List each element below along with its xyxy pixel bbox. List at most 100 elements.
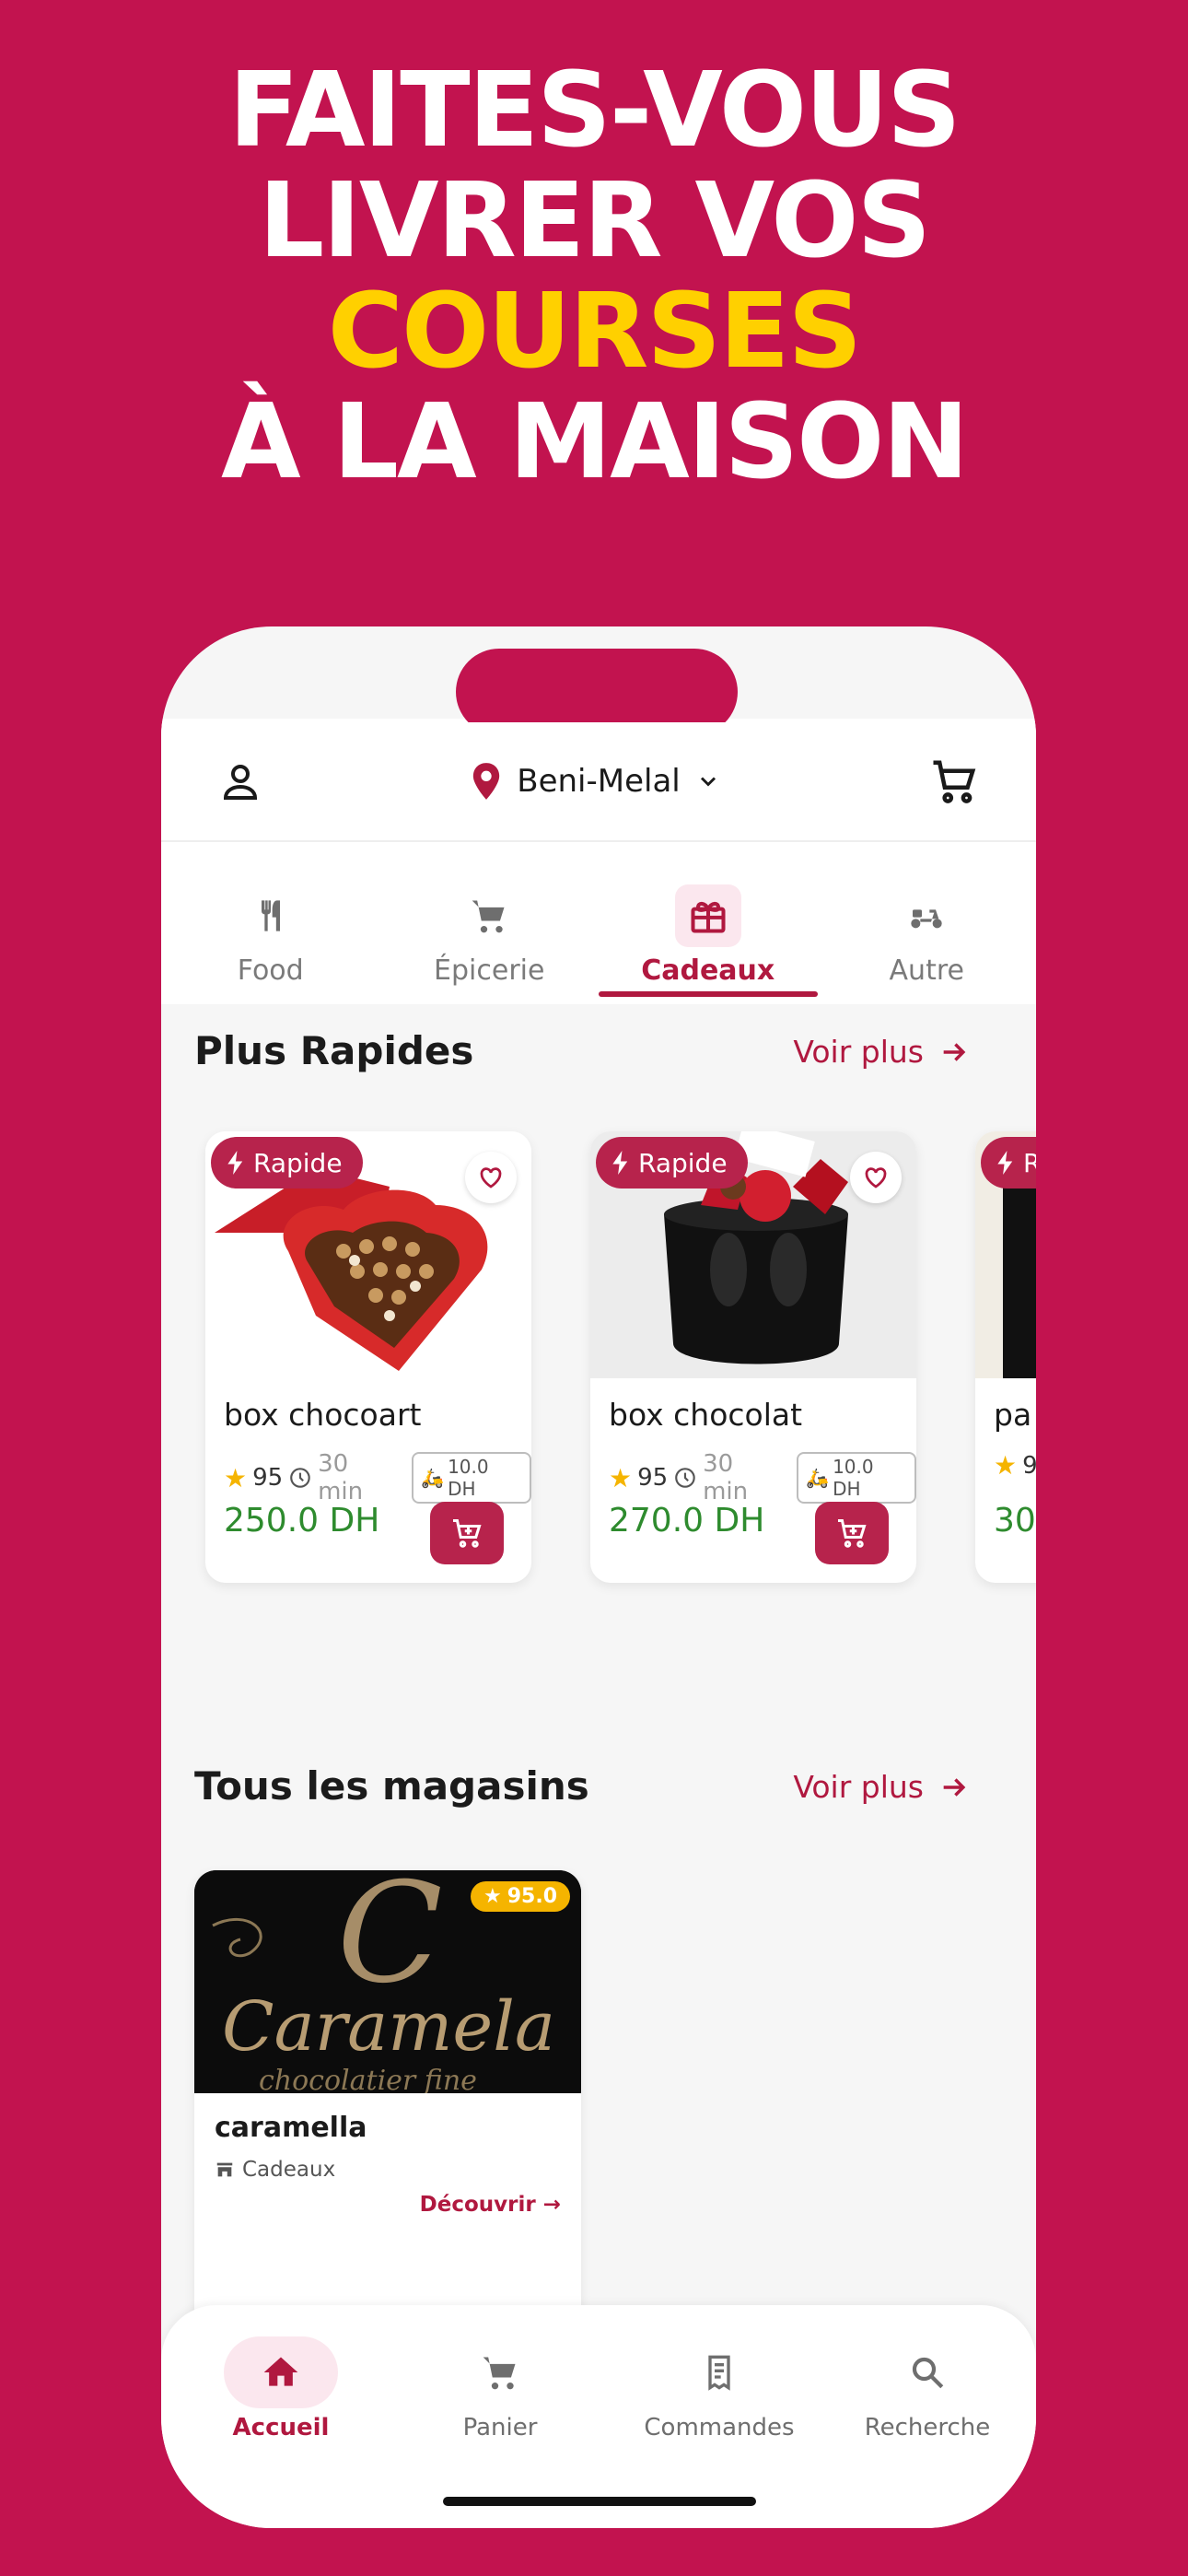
add-cart-icon [453, 1519, 482, 1548]
store-card[interactable]: C Caramela chocolatier fine ★ 95.0 caram… [194, 1870, 581, 2349]
product-meta: ★ 95 30 min 🛵 10.0 DH [224, 1450, 531, 1505]
location-selector[interactable]: Beni-Melal [471, 763, 721, 800]
product-card[interactable]: R pa ★ 9 30 [975, 1131, 1036, 1583]
headline-line-2: LIVRER VOS [258, 161, 931, 281]
star-icon: ★ [994, 1450, 1018, 1481]
scooter-icon: 🛵 [806, 1467, 830, 1489]
delivery-fee-chip: 🛵 10.0 DH [412, 1452, 531, 1504]
product-price: 270.0 DH [609, 1502, 765, 1540]
store-name: caramella [215, 2112, 367, 2144]
receipt-icon [662, 2336, 776, 2408]
product-rating: 95 [252, 1464, 284, 1492]
store-logo-subtext: chocolatier fine [259, 2065, 477, 2093]
section-title-stores: Tous les magasins [194, 1763, 589, 1809]
store-rating: 95.0 [507, 1885, 557, 1908]
product-name: pa [994, 1397, 1032, 1433]
phone-frame: Beni-Melal Food Épicerie Cadeaux Autre P… [161, 626, 1036, 2528]
nav-cart[interactable]: Panier [408, 2336, 592, 2441]
product-meta: ★ 9 [994, 1450, 1036, 1481]
add-to-cart-button[interactable] [430, 1502, 504, 1564]
product-price: 250.0 DH [224, 1502, 380, 1540]
nav-orders[interactable]: Commandes [627, 2336, 811, 2441]
headline-line-3: COURSES [327, 272, 862, 392]
store-type: Cadeaux [215, 2158, 335, 2182]
arrow-right-icon [943, 1777, 966, 1797]
nav-label: Commandes [644, 2414, 795, 2441]
tab-label: Cadeaux [641, 954, 775, 987]
user-icon[interactable] [218, 759, 262, 803]
arrow-right-icon [943, 1042, 966, 1061]
badge-label: Rapide [253, 1147, 343, 1178]
scooter-icon [893, 884, 960, 947]
delivery-fee-chip: 🛵 10.0 DH [797, 1452, 916, 1504]
product-time: 30 min [703, 1450, 749, 1505]
product-rating: 9 [1022, 1451, 1036, 1480]
cart-icon [456, 884, 522, 947]
search-icon [870, 2336, 984, 2408]
nav-label: Panier [462, 2414, 538, 2441]
headline-line-4: À LA MAISON [220, 382, 969, 502]
cart-icon [443, 2336, 557, 2408]
product-time: 30 min [318, 1450, 364, 1505]
product-card[interactable]: Rapide box chocoart ★ 95 30 min 🛵 10.0 D… [205, 1131, 531, 1583]
store-rating-badge: ★ 95.0 [470, 1881, 570, 1912]
nav-label: Accueil [232, 2414, 330, 2441]
discover-link[interactable]: Découvrir → [420, 2193, 561, 2217]
heart-icon [480, 1167, 502, 1188]
category-tabs: Food Épicerie Cadeaux Autre [161, 866, 1036, 1004]
tab-label: Épicerie [434, 954, 545, 987]
clock-icon [290, 1468, 310, 1488]
product-rating: 95 [637, 1464, 669, 1492]
see-more-label: Voir plus [793, 1034, 924, 1070]
add-cart-icon [838, 1519, 867, 1548]
see-more-label: Voir plus [793, 1769, 924, 1805]
store-logo-text: Caramela [222, 1987, 555, 2067]
tab-food[interactable]: Food [161, 866, 380, 1004]
store-banner: C Caramela chocolatier fine ★ 95.0 [194, 1870, 581, 2093]
product-price: 30 [994, 1502, 1036, 1540]
delivery-fee: 10.0 DH [833, 1456, 874, 1500]
tab-label: Autre [889, 954, 964, 987]
tab-autre[interactable]: Autre [818, 866, 1037, 1004]
home-indicator [443, 2497, 756, 2506]
headline-line-1: FAITES-VOUS [228, 51, 961, 170]
location-label: Beni-Melal [517, 763, 681, 800]
store-type-label: Cadeaux [242, 2158, 336, 2182]
nav-home[interactable]: Accueil [189, 2336, 373, 2441]
product-meta: ★ 95 30 min 🛵 10.0 DH [609, 1450, 916, 1505]
scooter-icon: 🛵 [421, 1467, 445, 1489]
see-more-stores-link[interactable]: Voir plus [793, 1769, 970, 1805]
bottom-navigation: Accueil Panier Commandes Recherche [161, 2305, 1036, 2528]
delivery-fee: 10.0 DH [448, 1456, 489, 1500]
product-image: R [975, 1131, 1036, 1378]
favorite-button[interactable] [465, 1152, 517, 1203]
nav-search[interactable]: Recherche [835, 2336, 1019, 2441]
badge-label: R [1023, 1147, 1036, 1178]
cart-icon[interactable] [929, 756, 979, 806]
fast-badge: Rapide [211, 1137, 363, 1188]
see-more-fast-link[interactable]: Voir plus [793, 1034, 970, 1070]
map-pin-icon [471, 763, 502, 800]
product-image: Rapide [590, 1131, 916, 1378]
product-name: box chocoart [224, 1397, 422, 1433]
bolt-icon [612, 1151, 628, 1175]
fast-badge: Rapide [596, 1137, 748, 1188]
store-icon [216, 2162, 233, 2177]
tab-cadeaux[interactable]: Cadeaux [599, 866, 818, 1004]
bolt-icon [227, 1151, 243, 1175]
star-icon: ★ [224, 1462, 248, 1493]
star-icon: ★ [483, 1885, 502, 1908]
gift-icon [674, 884, 741, 947]
product-card[interactable]: Rapide box chocolat ★ 95 30 min 🛵 10.0 D… [590, 1131, 916, 1583]
chevron-down-icon [695, 768, 721, 794]
add-to-cart-button[interactable] [815, 1502, 889, 1564]
headline: FAITES-VOUS LIVRER VOS COURSES À LA MAIS… [0, 55, 1188, 498]
star-icon: ★ [609, 1462, 633, 1493]
tab-epicerie[interactable]: Épicerie [380, 866, 600, 1004]
home-icon [224, 2336, 338, 2408]
product-image: Rapide [205, 1131, 531, 1378]
badge-label: Rapide [638, 1147, 728, 1178]
section-title-fast: Plus Rapides [194, 1028, 474, 1073]
clock-icon [675, 1468, 695, 1488]
favorite-button[interactable] [850, 1152, 902, 1203]
